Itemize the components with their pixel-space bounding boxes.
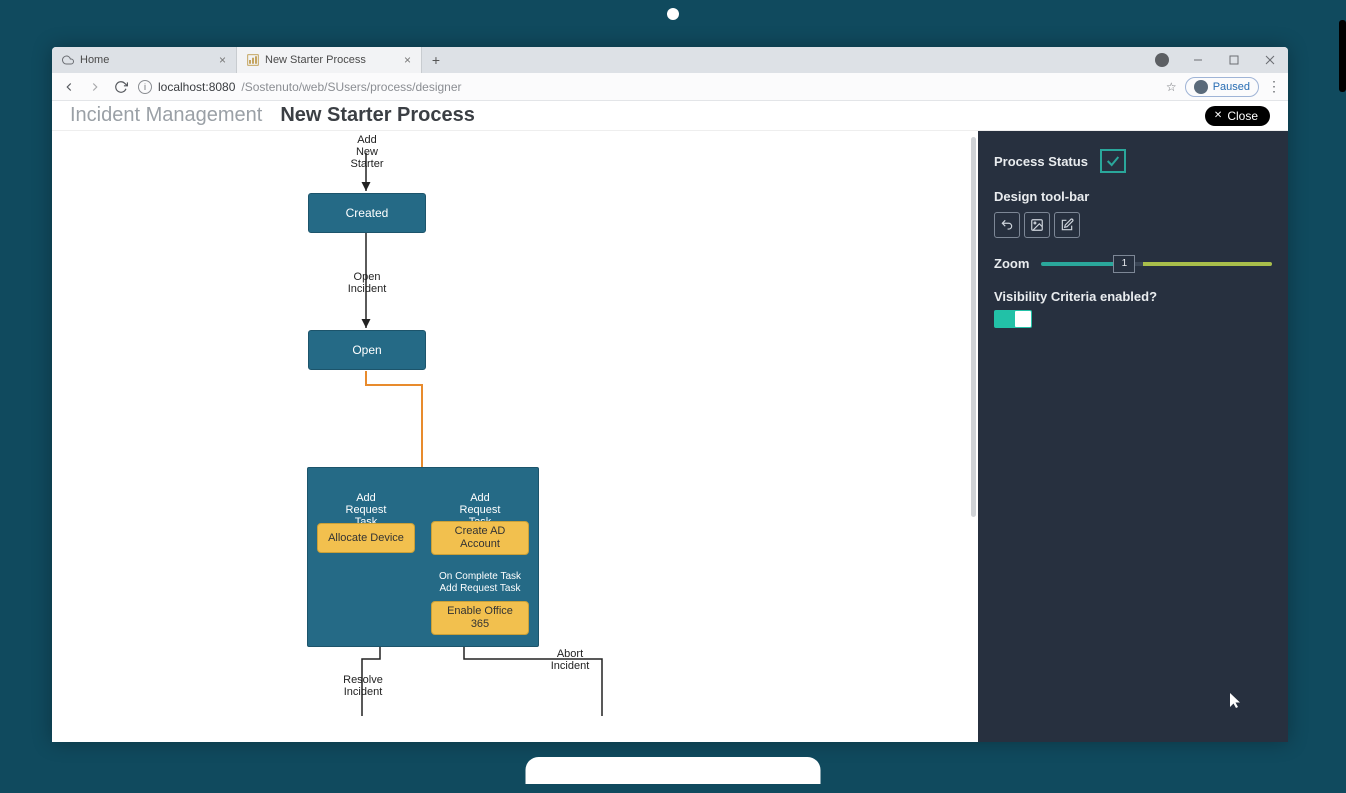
chart-icon xyxy=(247,54,259,66)
url-path: /Sostenuto/web/SUsers/process/designer xyxy=(241,80,461,94)
label-add-new-starter: Add New Starter xyxy=(340,134,394,170)
maximize-button[interactable] xyxy=(1216,47,1252,73)
toggle-knob xyxy=(1015,311,1031,327)
node-label: Open xyxy=(352,343,381,357)
task-label: Allocate Device xyxy=(328,532,404,544)
zoom-value: 1 xyxy=(1122,258,1128,269)
paused-label: Paused xyxy=(1213,81,1250,93)
node-created[interactable]: Created xyxy=(308,193,426,233)
node-open[interactable]: Open xyxy=(308,330,426,370)
tab-label: Home xyxy=(80,54,109,66)
cursor-icon xyxy=(1230,693,1242,712)
site-info-icon[interactable]: i xyxy=(138,80,152,94)
design-toolbar xyxy=(994,212,1272,238)
edit-button[interactable] xyxy=(1054,212,1080,238)
task-allocate-device[interactable]: Allocate Device xyxy=(317,523,415,553)
scrollbar-thumb[interactable] xyxy=(971,137,976,517)
url-display[interactable]: i localhost:8080/Sostenuto/web/SUsers/pr… xyxy=(138,80,1158,94)
window-controls xyxy=(1144,47,1288,73)
zoom-slider-handle[interactable]: 1 xyxy=(1113,255,1135,273)
reload-button[interactable] xyxy=(112,78,130,96)
label-on-complete: On Complete Task Add Request Task xyxy=(434,571,526,595)
image-button[interactable] xyxy=(1024,212,1050,238)
breadcrumb[interactable]: Incident Management xyxy=(70,104,262,127)
avatar-icon xyxy=(1194,80,1208,94)
undo-button[interactable] xyxy=(994,212,1020,238)
cloud-icon xyxy=(62,54,74,66)
page-header: Incident Management New Starter Process … xyxy=(52,101,1288,131)
tab-strip: Home × New Starter Process × + xyxy=(52,47,1288,73)
process-status-label: Process Status xyxy=(994,154,1088,169)
process-status-checkbox[interactable] xyxy=(1100,149,1126,173)
task-enable-office-365[interactable]: Enable Office 365 xyxy=(431,601,529,635)
zoom-control: Zoom 1 xyxy=(994,256,1272,271)
tab-label: New Starter Process xyxy=(265,54,366,66)
account-icon[interactable] xyxy=(1144,47,1180,73)
flow-connectors xyxy=(52,131,978,742)
node-label: Created xyxy=(346,206,389,220)
main-area: Add New Starter Created Open Incident Op… xyxy=(52,131,1288,742)
device-edge xyxy=(1339,20,1346,92)
label-open-incident: Open Incident xyxy=(342,271,392,295)
tab-process-designer[interactable]: New Starter Process × xyxy=(237,47,422,73)
task-create-ad-account[interactable]: Create AD Account xyxy=(431,521,529,555)
close-label: Close xyxy=(1227,109,1258,123)
zoom-slider[interactable]: 1 xyxy=(1041,262,1272,266)
close-icon[interactable]: × xyxy=(404,53,411,67)
visibility-toggle[interactable] xyxy=(994,310,1032,328)
page-title: New Starter Process xyxy=(280,104,475,127)
task-label: Enable Office 365 xyxy=(447,605,513,631)
address-bar: i localhost:8080/Sostenuto/web/SUsers/pr… xyxy=(52,73,1288,101)
profile-paused-chip[interactable]: Paused xyxy=(1185,77,1259,97)
minimize-button[interactable] xyxy=(1180,47,1216,73)
camera-dot xyxy=(667,8,679,20)
process-canvas[interactable]: Add New Starter Created Open Incident Op… xyxy=(52,131,978,742)
zoom-label: Zoom xyxy=(994,256,1029,271)
close-button[interactable]: ✕ Close xyxy=(1205,106,1270,126)
close-icon[interactable]: × xyxy=(219,53,226,67)
design-toolbar-label: Design tool-bar xyxy=(994,189,1272,204)
url-host: localhost:8080 xyxy=(158,80,235,94)
label-resolve-incident: Resolve Incident xyxy=(338,674,388,698)
visibility-criteria-label: Visibility Criteria enabled? xyxy=(994,289,1272,304)
new-tab-button[interactable]: + xyxy=(422,47,450,73)
task-label: Create AD Account xyxy=(455,525,506,551)
browser-window: Home × New Starter Process × + xyxy=(52,47,1288,742)
window-close-button[interactable] xyxy=(1252,47,1288,73)
device-home-pill xyxy=(526,757,821,784)
browser-menu-button[interactable]: ⋮ xyxy=(1267,78,1280,95)
forward-button[interactable] xyxy=(86,78,104,96)
tab-home[interactable]: Home × xyxy=(52,47,237,73)
close-icon: ✕ xyxy=(1214,110,1222,121)
bookmark-icon[interactable]: ☆ xyxy=(1166,80,1177,94)
properties-panel: Process Status Design tool-bar Zoom xyxy=(978,131,1288,742)
back-button[interactable] xyxy=(60,78,78,96)
label-abort-incident: Abort Incident xyxy=(545,648,595,672)
